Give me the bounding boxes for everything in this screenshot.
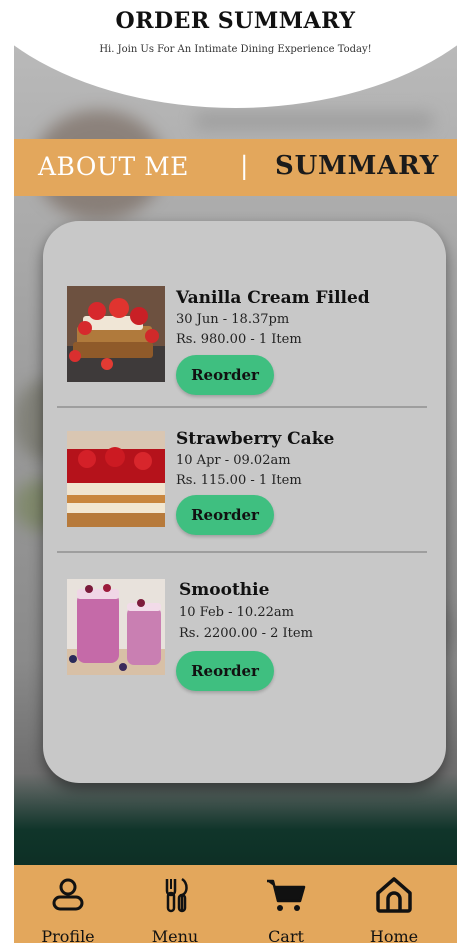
order-date: 10 Apr - 09.02am bbox=[176, 453, 291, 468]
tab-bar: ABOUT ME | SUMMARY bbox=[14, 139, 457, 196]
nav-home[interactable]: Home bbox=[344, 865, 444, 943]
page-subtitle: Hi. Join Us For An Intimate Dining Exper… bbox=[99, 44, 372, 55]
reorder-button[interactable]: Reorder bbox=[176, 651, 274, 691]
order-name: Strawberry Cake bbox=[176, 429, 335, 449]
order-image-smoothie bbox=[67, 579, 165, 675]
order-price: Rs. 115.00 - 1 Item bbox=[176, 473, 302, 488]
order-item: Smoothie 10 Feb - 10.22am Rs. 2200.00 - … bbox=[43, 556, 446, 696]
divider bbox=[57, 406, 427, 408]
nav-label: Menu bbox=[151, 927, 199, 943]
tab-summary[interactable]: SUMMARY bbox=[275, 151, 439, 181]
nav-label: Profile bbox=[41, 927, 95, 943]
order-price: Rs. 980.00 - 1 Item bbox=[176, 332, 302, 347]
order-date: 10 Feb - 10.22am bbox=[179, 605, 294, 620]
orders-card: Vanilla Cream Filled 30 Jun - 18.37pm Rs… bbox=[43, 221, 446, 783]
order-image-waffle bbox=[67, 286, 165, 382]
page-title: ORDER SUMMARY bbox=[115, 8, 356, 34]
background-blur bbox=[194, 112, 434, 130]
menu-utensils-icon bbox=[165, 877, 188, 913]
profile-icon bbox=[52, 878, 84, 911]
tab-separator: | bbox=[240, 151, 249, 180]
order-item: Strawberry Cake 10 Apr - 09.02am Rs. 115… bbox=[43, 411, 446, 551]
order-price: Rs. 2200.00 - 2 Item bbox=[179, 626, 313, 641]
cart-icon bbox=[267, 879, 306, 911]
tab-about-me[interactable]: ABOUT ME bbox=[38, 152, 189, 181]
nav-menu[interactable]: Menu bbox=[125, 865, 225, 943]
order-name: Smoothie bbox=[179, 580, 270, 600]
nav-cart[interactable]: Cart bbox=[236, 865, 336, 943]
divider bbox=[57, 551, 427, 553]
home-icon bbox=[376, 877, 412, 913]
order-name: Vanilla Cream Filled bbox=[176, 288, 370, 308]
order-image-strawberry-cake bbox=[67, 431, 165, 527]
reorder-button[interactable]: Reorder bbox=[176, 355, 274, 395]
order-date: 30 Jun - 18.37pm bbox=[176, 312, 290, 327]
nav-label: Home bbox=[369, 927, 419, 943]
bottom-nav: Profile Menu Cart Home bbox=[14, 865, 457, 943]
reorder-button[interactable]: Reorder bbox=[176, 495, 274, 535]
app-screen: ORDER SUMMARY Hi. Join Us For An Intimat… bbox=[14, 0, 457, 943]
nav-profile[interactable]: Profile bbox=[18, 865, 118, 943]
order-item: Vanilla Cream Filled 30 Jun - 18.37pm Rs… bbox=[43, 271, 446, 411]
nav-label: Cart bbox=[268, 927, 304, 943]
